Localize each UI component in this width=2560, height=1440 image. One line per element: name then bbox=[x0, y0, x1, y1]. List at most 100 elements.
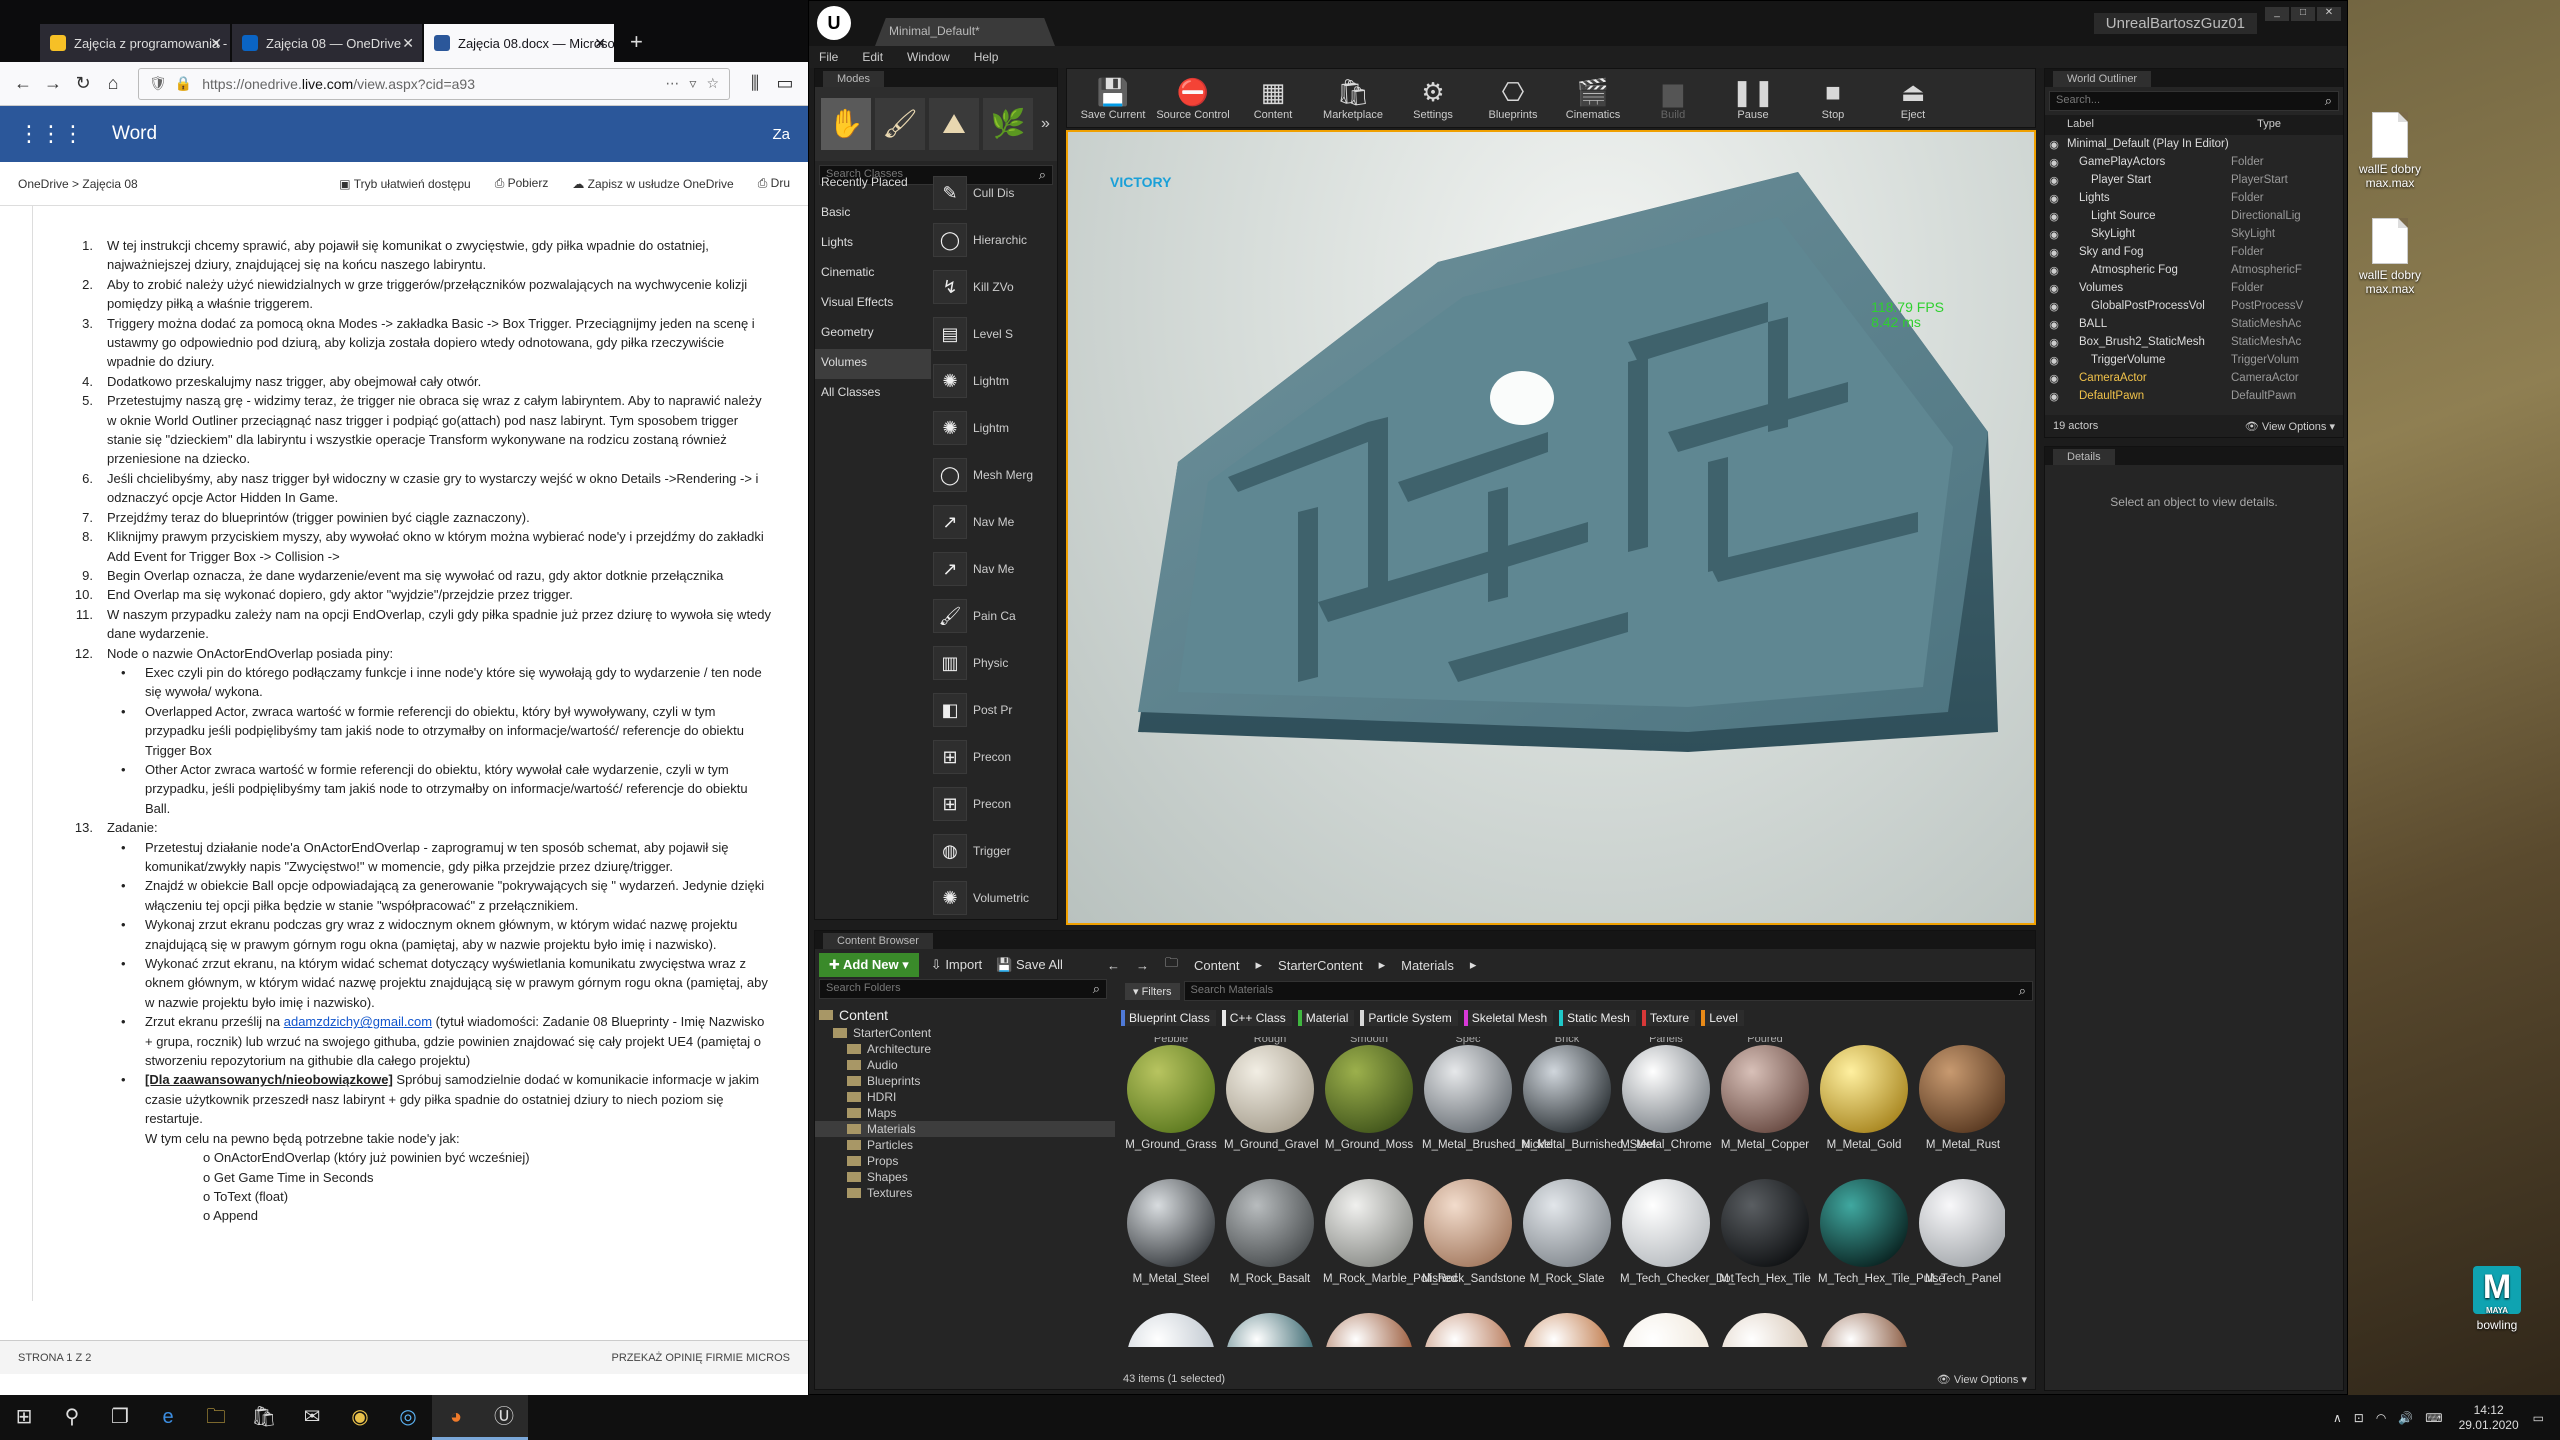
asset-tile[interactable]: M_Tech_Hex_Tile_Pulse bbox=[1818, 1171, 1945, 1301]
path-segment[interactable]: Content bbox=[1194, 958, 1240, 973]
folder-node[interactable]: Architecture bbox=[815, 1041, 1115, 1057]
save-to-onedrive-button[interactable]: ☁ Zapisz w usłudze OneDrive bbox=[572, 177, 733, 191]
asset-tile[interactable]: M_Ground_Gravel bbox=[1224, 1037, 1319, 1167]
filter-chip[interactable]: Material bbox=[1297, 1010, 1355, 1026]
stop-button[interactable]: ■ Stop bbox=[1793, 69, 1873, 127]
placeable-item[interactable]: ⊞ Precon bbox=[933, 780, 1051, 827]
reload-icon[interactable]: ↻ bbox=[68, 73, 98, 94]
eject-button[interactable]: ⏏ Eject bbox=[1873, 69, 1953, 127]
outliner-row[interactable]: ◉ GamePlayActors Folder bbox=[2045, 153, 2343, 171]
visibility-icon[interactable]: ◉ bbox=[2045, 210, 2063, 223]
task-view-icon[interactable]: ❐ bbox=[96, 1395, 144, 1440]
asset-tile[interactable]: M_Ground_Moss bbox=[1323, 1037, 1415, 1167]
pocket-icon[interactable]: ▿ bbox=[689, 75, 696, 92]
outliner-row[interactable]: ◉ DefaultPawn DefaultPawn bbox=[2045, 387, 2343, 405]
outliner-row[interactable]: ◉ Lights Folder bbox=[2045, 189, 2343, 207]
new-tab-icon[interactable]: + bbox=[616, 24, 657, 62]
view-options-button[interactable]: 👁 View Options ▾ bbox=[2245, 420, 2335, 433]
mode-category-all-classes[interactable]: All Classes bbox=[815, 379, 931, 409]
placeable-item[interactable]: ↯ Kill ZVo bbox=[933, 263, 1051, 310]
browser-tab[interactable]: Zajęcia 08 — OneDrive ✕ bbox=[232, 24, 422, 62]
folder-search-input[interactable]: Search Folders bbox=[819, 979, 1107, 999]
details-tab[interactable]: Details bbox=[2053, 449, 2115, 465]
outliner-search-input[interactable]: Search... bbox=[2049, 91, 2339, 111]
forward-icon[interactable]: → bbox=[38, 73, 68, 94]
outliner-row[interactable]: ◉ BALL StaticMeshAc bbox=[2045, 315, 2343, 333]
language-icon[interactable]: ⌨ bbox=[2425, 1411, 2442, 1425]
firefox-icon[interactable]: ◕ bbox=[432, 1395, 480, 1440]
wifi-icon[interactable]: ◠ bbox=[2376, 1411, 2386, 1425]
browser-tab[interactable]: Zajęcia 08.docx — Microsof ✕ bbox=[424, 24, 614, 62]
folder-node[interactable]: Maps bbox=[815, 1105, 1115, 1121]
download-button[interactable]: ⎙ Pobierz bbox=[495, 176, 549, 191]
outliner-row[interactable]: ◉ Sky and Fog Folder bbox=[2045, 243, 2343, 261]
menu-file[interactable]: File bbox=[819, 50, 838, 64]
path-segment[interactable]: StarterContent bbox=[1278, 958, 1363, 973]
path-segment[interactable]: Materials bbox=[1401, 958, 1454, 973]
desktop-icon-walle-1[interactable]: wallE dobry max.max bbox=[2345, 112, 2435, 190]
outliner-row[interactable]: ◉ GlobalPostProcessVol PostProcessV bbox=[2045, 297, 2343, 315]
filter-chip[interactable]: Skeletal Mesh bbox=[1463, 1010, 1554, 1026]
url-field[interactable]: 🛡 🔒 https://onedrive. live.com/view.aspx?… bbox=[138, 67, 730, 100]
tab-close-icon[interactable]: ✕ bbox=[594, 35, 606, 52]
placeable-item[interactable]: 🖌 Pain Ca bbox=[933, 592, 1051, 639]
outliner-row[interactable]: ◉ CameraActor CameraActor bbox=[2045, 369, 2343, 387]
asset-tile[interactable] bbox=[1719, 1305, 1811, 1347]
home-icon[interactable]: ⌂ bbox=[98, 73, 128, 94]
asset-tile[interactable]: M_Metal_Chrome bbox=[1620, 1037, 1712, 1167]
menu-help[interactable]: Help bbox=[974, 50, 999, 64]
sidebar-icon[interactable]: ▭ bbox=[770, 73, 800, 94]
mode-category-geometry[interactable]: Geometry bbox=[815, 319, 931, 349]
placeable-item[interactable]: ◧ Post Pr bbox=[933, 686, 1051, 733]
asset-tile[interactable]: M_Metal_Gold bbox=[1818, 1037, 1910, 1167]
asset-tile[interactable]: M_Metal_Burnished_Steel bbox=[1521, 1037, 1656, 1167]
browser-tab[interactable]: Zajęcia z programowania - ✕ bbox=[40, 24, 230, 62]
library-icon[interactable]: ⫼ bbox=[740, 73, 770, 94]
folder-node[interactable]: Textures bbox=[815, 1185, 1115, 1201]
feedback-link[interactable]: PRZEKAŻ OPINIĘ FIRMIE MICROS bbox=[612, 1352, 790, 1364]
asset-tile[interactable]: M_Metal_Rust bbox=[1917, 1037, 2005, 1167]
filters-button[interactable]: ▾ Filters bbox=[1125, 982, 1180, 1000]
more-modes-icon[interactable]: » bbox=[1041, 115, 1050, 133]
edge-icon[interactable]: e bbox=[144, 1395, 192, 1440]
placeable-item[interactable]: ↗ Nav Me bbox=[933, 545, 1051, 592]
network-icon[interactable]: ⊡ bbox=[2354, 1411, 2364, 1425]
asset-tile[interactable]: M_Rock_Sandstone bbox=[1422, 1171, 1526, 1301]
content-browser-tab[interactable]: Content Browser bbox=[823, 933, 933, 949]
accessibility-mode-button[interactable]: ▣ Tryb ułatwień dostępu bbox=[339, 177, 470, 191]
visibility-icon[interactable]: ◉ bbox=[2045, 138, 2063, 151]
menu-edit[interactable]: Edit bbox=[862, 50, 883, 64]
start-icon[interactable]: ⊞ bbox=[0, 1395, 48, 1440]
desktop-icon-walle-2[interactable]: wallE dobry max.max bbox=[2345, 218, 2435, 296]
placeable-item[interactable]: ◯ Hierarchic bbox=[933, 216, 1051, 263]
visibility-icon[interactable]: ◉ bbox=[2045, 246, 2063, 259]
mail-icon[interactable]: ✉ bbox=[288, 1395, 336, 1440]
asset-tile[interactable]: M_Tech_Hex_Tile bbox=[1719, 1171, 1811, 1301]
email-link[interactable]: adamzdzichy@gmail.com bbox=[284, 1014, 432, 1029]
save-current-button[interactable]: 💾 Save Current bbox=[1073, 69, 1153, 127]
volume-icon[interactable]: 🔊 bbox=[2398, 1411, 2413, 1425]
source-control-button[interactable]: ⛔ Source Control bbox=[1153, 69, 1233, 127]
filter-chip[interactable]: Blueprint Class bbox=[1121, 1010, 1216, 1026]
placeable-item[interactable]: ◯ Mesh Merg bbox=[933, 451, 1051, 498]
foliage-mode-icon[interactable]: 🌿 bbox=[983, 98, 1033, 150]
asset-tile[interactable] bbox=[1224, 1305, 1316, 1347]
app-launcher-icon[interactable]: ⋮⋮⋮ bbox=[18, 121, 84, 147]
visibility-icon[interactable]: ◉ bbox=[2045, 264, 2063, 277]
folder-node[interactable]: Audio bbox=[815, 1057, 1115, 1073]
cinematics-button[interactable]: 🎬 Cinematics bbox=[1553, 69, 1633, 127]
asset-tile[interactable] bbox=[1125, 1305, 1217, 1347]
blueprints-button[interactable]: ⎔ Blueprints bbox=[1473, 69, 1553, 127]
asset-tile[interactable]: M_Metal_Steel bbox=[1125, 1171, 1217, 1301]
visibility-icon[interactable]: ◉ bbox=[2045, 336, 2063, 349]
folder-node[interactable]: Props bbox=[815, 1153, 1115, 1169]
landscape-mode-icon[interactable]: ⛰ bbox=[929, 98, 979, 150]
unreal-taskbar-icon[interactable]: Ⓤ bbox=[480, 1395, 528, 1440]
tray-chevron-icon[interactable]: ∧ bbox=[2333, 1411, 2342, 1425]
content-button[interactable]: ▦ Content bbox=[1233, 69, 1313, 127]
filter-chip[interactable]: Particle System bbox=[1360, 1010, 1458, 1026]
app-icon[interactable]: ◎ bbox=[384, 1395, 432, 1440]
visibility-icon[interactable]: ◉ bbox=[2045, 372, 2063, 385]
chrome-icon[interactable]: ◉ bbox=[336, 1395, 384, 1440]
filter-chip[interactable]: Static Mesh bbox=[1559, 1010, 1636, 1026]
